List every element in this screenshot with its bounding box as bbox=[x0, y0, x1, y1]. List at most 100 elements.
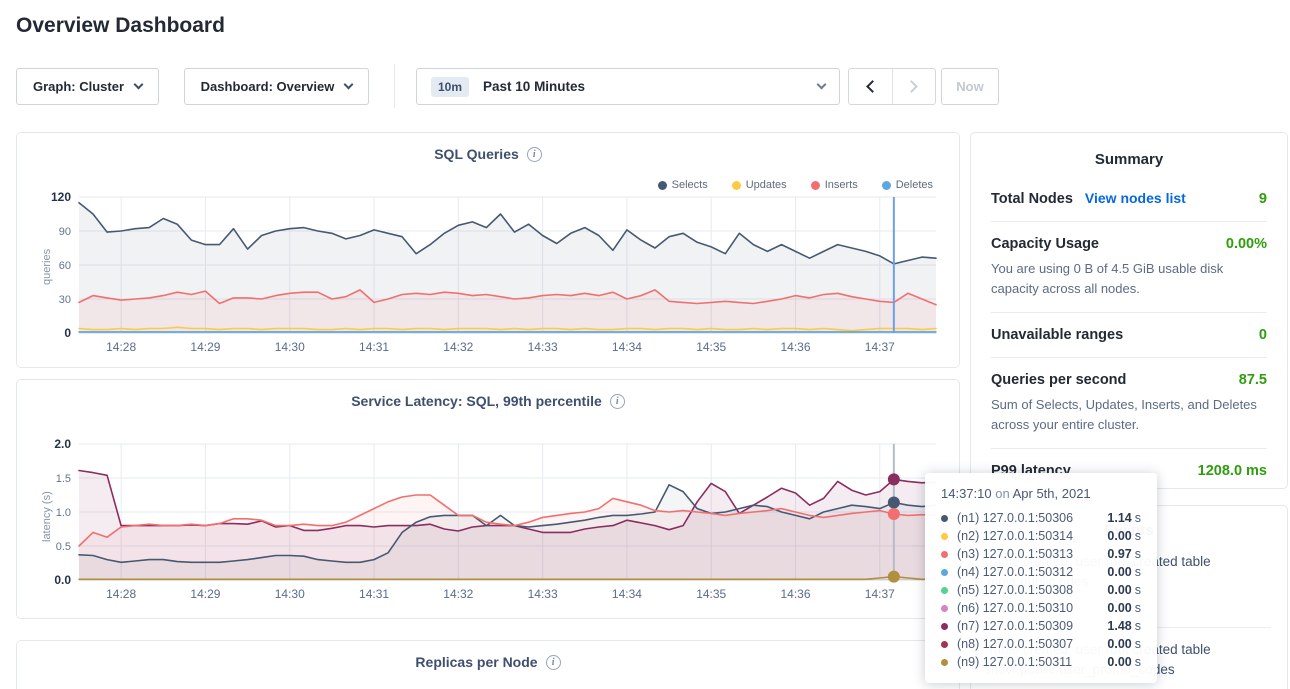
tooltip-node-address: (n2) 127.0.0.1:50314 bbox=[957, 529, 1107, 543]
chevron-down-icon bbox=[817, 80, 827, 90]
tooltip-node-unit: s bbox=[1135, 601, 1141, 615]
time-range-badge: 10m bbox=[431, 77, 469, 97]
svg-text:14:33: 14:33 bbox=[528, 587, 558, 601]
svg-text:14:37: 14:37 bbox=[865, 340, 895, 354]
tooltip-node-address: (n1) 127.0.0.1:50306 bbox=[957, 511, 1107, 525]
chevron-down-icon bbox=[344, 80, 354, 90]
summary-row-value: 9 bbox=[1259, 191, 1267, 207]
tooltip-node-value: 1.48 bbox=[1107, 619, 1131, 633]
dashboard-label: Dashboard: Overview bbox=[201, 79, 335, 94]
svg-text:14:36: 14:36 bbox=[780, 587, 810, 601]
tooltip-node-value: 0.00 bbox=[1107, 637, 1131, 651]
summary-panel: Summary Total NodesView nodes list9Capac… bbox=[970, 132, 1288, 489]
chevron-right-icon bbox=[905, 80, 918, 93]
svg-text:120: 120 bbox=[51, 190, 71, 204]
summary-row-value: 0 bbox=[1259, 327, 1267, 343]
svg-text:0: 0 bbox=[64, 326, 71, 340]
tooltip-node-unit: s bbox=[1135, 619, 1141, 633]
time-prev-button[interactable] bbox=[849, 69, 892, 104]
summary-row-header: Capacity Usage0.00% bbox=[991, 236, 1267, 252]
svg-text:14:29: 14:29 bbox=[190, 340, 220, 354]
tooltip-node-row: (n3) 127.0.0.1:503130.97s bbox=[941, 545, 1141, 563]
summary-row-header: Queries per second 87.5 bbox=[991, 372, 1267, 388]
svg-text:14:34: 14:34 bbox=[612, 587, 642, 601]
svg-text:14:29: 14:29 bbox=[190, 587, 220, 601]
tooltip-node-address: (n9) 127.0.0.1:50311 bbox=[957, 655, 1107, 669]
tooltip-node-row: (n4) 127.0.0.1:503120.00 s bbox=[941, 563, 1141, 581]
svg-text:1.5: 1.5 bbox=[56, 473, 71, 485]
dashboard-dropdown[interactable]: Dashboard: Overview bbox=[184, 68, 369, 105]
svg-text:14:30: 14:30 bbox=[275, 587, 305, 601]
info-icon[interactable]: i bbox=[527, 147, 542, 162]
info-icon[interactable]: i bbox=[610, 394, 625, 409]
chart-title: Service Latency: SQL, 99th percentile bbox=[351, 393, 602, 409]
svg-text:14:31: 14:31 bbox=[359, 340, 389, 354]
tooltip-node-value: 0.00 bbox=[1107, 583, 1131, 597]
crosshair-dot bbox=[888, 571, 900, 583]
time-step-buttons bbox=[848, 68, 936, 105]
tooltip-node-address: (n4) 127.0.0.1:50312 bbox=[957, 565, 1107, 579]
sql-queries-panel: SQL Queries i SelectsUpdatesInsertsDelet… bbox=[16, 132, 960, 368]
summary-row-header: Total NodesView nodes list9 bbox=[991, 190, 1267, 207]
chart-hover-tooltip: 14:37:10 on Apr 5th, 2021 (n1) 127.0.0.1… bbox=[925, 473, 1157, 683]
tooltip-node-address: (n7) 127.0.0.1:50309 bbox=[957, 619, 1107, 633]
summary-row-value: 87.5 bbox=[1239, 372, 1267, 388]
node-color-dot-icon bbox=[941, 641, 948, 648]
node-color-dot-icon bbox=[941, 515, 948, 522]
tooltip-node-value: 0.97 bbox=[1107, 547, 1131, 561]
svg-text:14:31: 14:31 bbox=[359, 587, 389, 601]
tooltip-node-row: (n6) 127.0.0.1:503100.00s bbox=[941, 599, 1141, 617]
graph-scope-label: Graph: Cluster bbox=[33, 79, 124, 94]
summary-row-label: Queries per second bbox=[991, 372, 1126, 388]
tooltip-node-row: (n7) 127.0.0.1:503091.48 s bbox=[941, 617, 1141, 635]
tooltip-node-address: (n6) 127.0.0.1:50310 bbox=[957, 601, 1107, 615]
tooltip-node-address: (n8) 127.0.0.1:50307 bbox=[957, 637, 1107, 651]
toolbar-divider bbox=[394, 64, 395, 108]
view-nodes-list-link[interactable]: View nodes list bbox=[1085, 190, 1186, 206]
tooltip-node-address: (n3) 127.0.0.1:50313 bbox=[957, 547, 1107, 561]
tooltip-node-unit: s bbox=[1135, 529, 1141, 543]
tooltip-node-row: (n9) 127.0.0.1:503110.00s bbox=[941, 653, 1141, 671]
summary-row-subtext: Sum of Selects, Updates, Inserts, and De… bbox=[991, 395, 1267, 434]
tooltip-node-row: (n2) 127.0.0.1:503140.00 s bbox=[941, 527, 1141, 545]
svg-text:14:33: 14:33 bbox=[528, 340, 558, 354]
node-color-dot-icon bbox=[941, 623, 948, 630]
node-color-dot-icon bbox=[941, 533, 948, 540]
svg-text:14:30: 14:30 bbox=[275, 340, 305, 354]
summary-row: Unavailable ranges0 bbox=[991, 313, 1267, 358]
svg-text:2.0: 2.0 bbox=[54, 437, 71, 451]
tooltip-node-value: 0.00 bbox=[1107, 529, 1131, 543]
chevron-down-icon bbox=[134, 80, 144, 90]
svg-text:14:37: 14:37 bbox=[865, 587, 895, 601]
node-color-dot-icon bbox=[941, 551, 948, 558]
summary-row: Queries per second 87.5 Sum of Selects, Up… bbox=[991, 358, 1267, 449]
tooltip-node-unit: s bbox=[1135, 583, 1141, 597]
service-latency-panel: Service Latency: SQL, 99th percentile i … bbox=[16, 379, 960, 619]
svg-text:14:34: 14:34 bbox=[612, 340, 642, 354]
tooltip-node-value: 0.00 bbox=[1107, 565, 1131, 579]
tooltip-node-row: (n8) 127.0.0.1:503070.00s bbox=[941, 635, 1141, 653]
chevron-left-icon bbox=[866, 80, 879, 93]
summary-row-value: 1208.0 ms bbox=[1198, 463, 1267, 479]
info-icon[interactable]: i bbox=[546, 655, 561, 670]
svg-text:1.0: 1.0 bbox=[56, 507, 71, 519]
time-range-dropdown[interactable]: 10m Past 10 Minutes bbox=[416, 68, 840, 105]
crosshair-dot bbox=[888, 508, 900, 520]
summary-row: Total NodesView nodes list9 bbox=[991, 176, 1267, 222]
svg-text:14:35: 14:35 bbox=[696, 340, 726, 354]
svg-text:14:35: 14:35 bbox=[696, 587, 726, 601]
svg-text:14:36: 14:36 bbox=[780, 340, 810, 354]
node-color-dot-icon bbox=[941, 605, 948, 612]
graph-scope-dropdown[interactable]: Graph: Cluster bbox=[16, 68, 159, 105]
svg-text:0.5: 0.5 bbox=[56, 541, 71, 553]
time-next-button[interactable] bbox=[892, 69, 936, 104]
node-color-dot-icon bbox=[941, 587, 948, 594]
service-latency-chart[interactable]: 0.00.51.01.52.014:2814:2914:3014:3114:32… bbox=[17, 434, 961, 612]
tooltip-node-value: 1.14 bbox=[1107, 511, 1131, 525]
replicas-per-node-panel: Replicas per Node i bbox=[16, 640, 960, 689]
now-button[interactable]: Now bbox=[941, 68, 999, 105]
sql-queries-chart[interactable]: 030609012014:2814:2914:3014:3114:3214:33… bbox=[17, 187, 961, 365]
crosshair-dot bbox=[888, 473, 900, 485]
tooltip-node-unit: s bbox=[1135, 565, 1141, 579]
summary-title: Summary bbox=[991, 151, 1267, 168]
